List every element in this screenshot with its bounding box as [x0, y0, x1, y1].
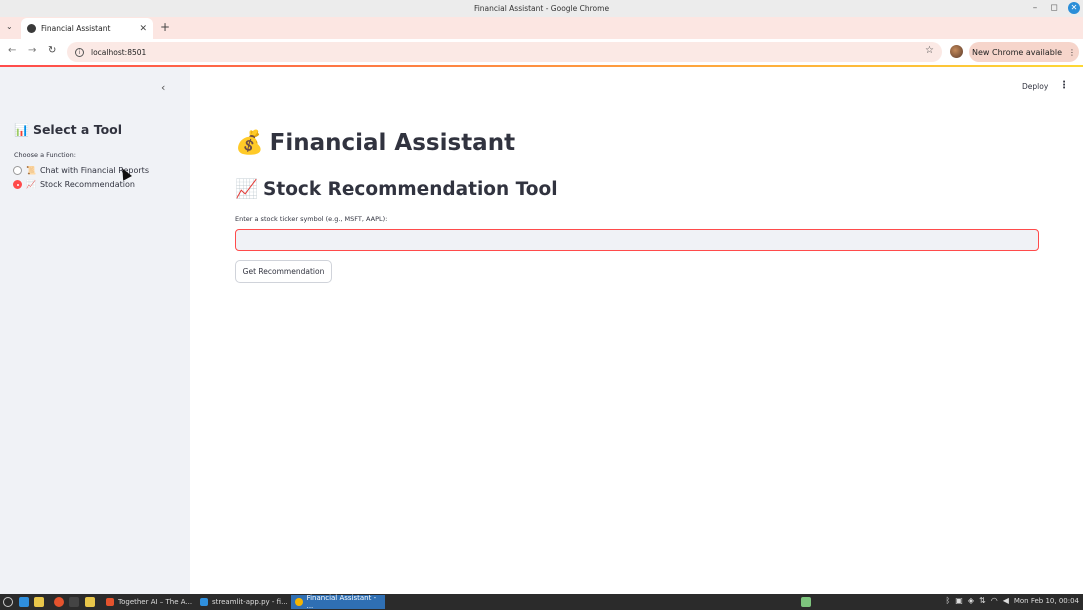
sidebar: ‹ 📊 Select a Tool Choose a Function: 📜 C… — [0, 67, 190, 594]
shield-icon[interactable]: ◈ — [968, 596, 974, 605]
terminal-launcher-icon[interactable] — [69, 597, 79, 607]
forward-arrow-icon[interactable]: → — [28, 45, 36, 56]
browser-toolbar: ← → ↻ i localhost:8501 ☆ New Chrome avai… — [0, 39, 1083, 65]
volume-icon[interactable]: ◀ — [1003, 596, 1009, 605]
notes-tray-icon[interactable] — [801, 597, 811, 607]
scroll-icon: 📜 — [26, 166, 36, 175]
ticker-input[interactable] — [235, 229, 1039, 251]
reload-icon[interactable]: ↻ — [48, 45, 56, 56]
radio-option-label[interactable]: Chat with Financial Reports — [40, 166, 149, 175]
main-content: Deploy ⋮ 💰 Financial Assistant 📈 Stock R… — [190, 67, 1083, 594]
get-recommendation-button[interactable]: Get Recommendation — [235, 260, 332, 283]
collapse-sidebar-icon[interactable]: ‹ — [161, 81, 165, 94]
bookmark-star-icon[interactable]: ☆ — [925, 45, 934, 56]
taskbar-item-label: Financial Assistant - ... — [306, 594, 377, 610]
firefox-icon — [106, 598, 114, 606]
tab-search-icon[interactable]: ⌄ — [6, 22, 13, 31]
network-icon[interactable]: ⇅ — [979, 596, 986, 605]
window-title: Financial Assistant - Google Chrome — [473, 4, 610, 13]
chrome-update-button[interactable]: New Chrome available ⋮ — [969, 42, 1079, 62]
page-title: 💰 Financial Assistant — [235, 129, 516, 157]
app-menu-icon[interactable] — [3, 597, 13, 607]
streamlit-favicon-icon — [27, 24, 36, 33]
close-window-icon[interactable]: ✕ — [1068, 2, 1080, 14]
section-title: 📈 Stock Recommendation Tool — [235, 178, 558, 201]
deploy-button[interactable]: Deploy — [1022, 82, 1048, 91]
minimize-icon[interactable]: – — [1030, 2, 1040, 14]
sidebar-heading-text: Select a Tool — [32, 122, 123, 137]
taskbar-item-label: Together AI – The A... — [118, 598, 193, 606]
chrome-icon — [295, 598, 303, 606]
lock-icon[interactable]: ▣ — [955, 596, 963, 605]
tab-label: Financial Assistant — [41, 24, 111, 33]
clock[interactable]: Mon Feb 10, 00:04 — [1014, 597, 1079, 605]
radio-group-label: Choose a Function: — [14, 151, 76, 159]
folder-launcher-icon[interactable] — [85, 597, 95, 607]
tab-close-icon[interactable]: ✕ — [139, 24, 147, 34]
address-bar[interactable]: i localhost:8501 ☆ — [67, 42, 942, 62]
chart-increasing-icon: 📈 — [235, 179, 259, 200]
bar-chart-icon: 📊 — [14, 122, 29, 137]
update-label: New Chrome available — [971, 47, 1063, 57]
radio-option-label[interactable]: Stock Recommendation — [40, 180, 135, 189]
vscode-icon — [200, 598, 208, 606]
new-tab-icon[interactable]: + — [160, 20, 170, 34]
taskbar-item-streamlit-app[interactable]: streamlit-app.py - fi... — [196, 595, 292, 609]
ticker-input-label: Enter a stock ticker symbol (e.g., MSFT,… — [235, 215, 388, 223]
site-info-icon[interactable]: i — [75, 47, 84, 57]
vscode-launcher-icon[interactable] — [19, 597, 29, 607]
section-title-text: Stock Recommendation Tool — [263, 178, 558, 200]
taskbar-item-financial-assistant[interactable]: Financial Assistant - ... — [291, 594, 385, 610]
radio-button-unchecked[interactable] — [13, 166, 22, 175]
chart-increasing-icon: 📈 — [26, 180, 36, 189]
window-titlebar: Financial Assistant - Google Chrome – ◻ … — [0, 0, 1083, 17]
taskbar-item-label: streamlit-app.py - fi... — [212, 598, 288, 606]
bluetooth-icon[interactable]: ᛒ — [945, 596, 950, 605]
firefox-launcher-icon[interactable] — [54, 597, 64, 607]
window-controls: – ◻ ✕ — [1030, 2, 1080, 14]
profile-avatar[interactable] — [950, 45, 963, 58]
radio-button-checked[interactable] — [13, 180, 22, 189]
back-arrow-icon[interactable]: ← — [8, 45, 16, 56]
tab-financial-assistant[interactable]: Financial Assistant ✕ — [21, 18, 153, 39]
main-menu-icon[interactable]: ⋮ — [1059, 80, 1069, 91]
wifi-icon[interactable]: ◠ — [991, 596, 998, 605]
maximize-icon[interactable]: ◻ — [1049, 2, 1059, 14]
radio-option-stock-recommendation[interactable]: 📈 Stock Recommendation — [13, 180, 135, 189]
money-bag-icon: 💰 — [235, 130, 264, 156]
url-text[interactable]: localhost:8501 — [91, 48, 146, 57]
system-tray: ᛒ ▣ ◈ ⇅ ◠ ◀ Mon Feb 10, 00:04 — [945, 596, 1079, 605]
kebab-menu-icon: ⋮ — [1068, 47, 1077, 57]
taskbar: Together AI – The A... streamlit-app.py … — [0, 594, 1083, 610]
sidebar-heading: 📊 Select a Tool — [14, 122, 122, 137]
page-title-text: Financial Assistant — [269, 129, 516, 156]
files-launcher-icon[interactable] — [34, 597, 44, 607]
taskbar-item-together-ai[interactable]: Together AI – The A... — [102, 595, 196, 609]
tab-strip: ⌄ Financial Assistant ✕ + — [0, 17, 1083, 39]
